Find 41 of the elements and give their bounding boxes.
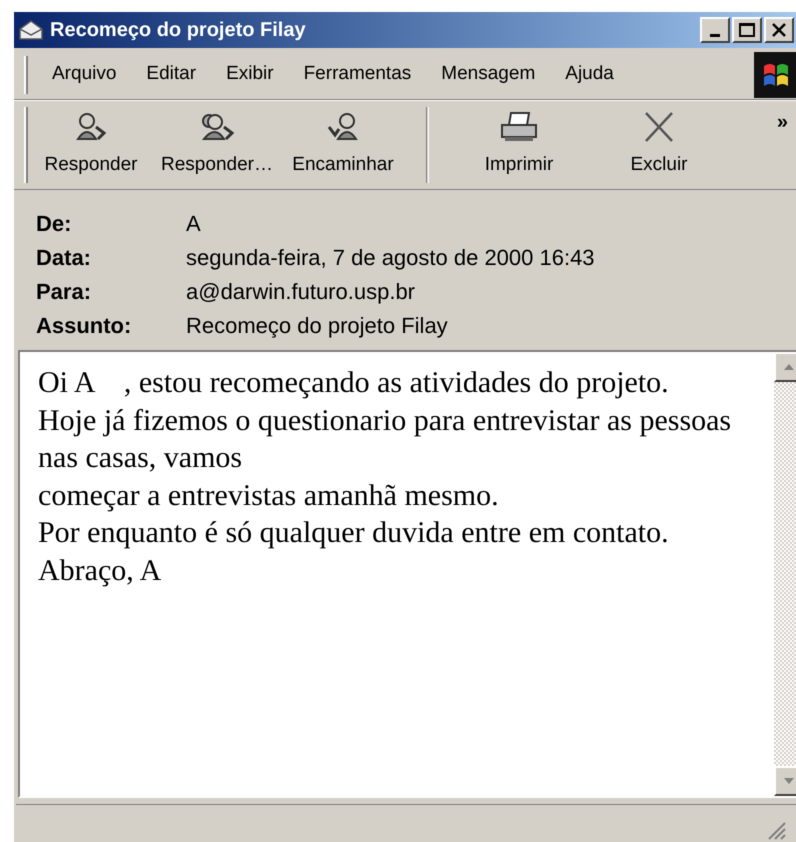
window-title: Recomeço do projeto Filay bbox=[50, 18, 307, 43]
toolbar-button[interactable]: Encaminhar bbox=[280, 105, 406, 185]
toolbar-button[interactable]: Responder bbox=[28, 105, 154, 185]
header-label: De: bbox=[36, 210, 72, 238]
scroll-up-button[interactable] bbox=[774, 352, 796, 382]
scroll-down-button[interactable] bbox=[774, 766, 796, 796]
menu-item[interactable]: Arquivo bbox=[52, 60, 116, 89]
message-text: Abraço, A bbox=[38, 552, 162, 588]
down-triangle-icon bbox=[783, 777, 795, 785]
header-label: Data: bbox=[36, 244, 92, 272]
up-triangle-icon bbox=[783, 363, 795, 371]
header-label: Para: bbox=[36, 278, 92, 306]
header-value: Recomeço do projeto Filay bbox=[186, 312, 448, 340]
maximize-button[interactable] bbox=[732, 17, 762, 43]
person-arrow-icon bbox=[74, 111, 108, 141]
toolbar-button[interactable]: Excluir bbox=[589, 105, 729, 185]
arrow-person-icon bbox=[326, 111, 360, 141]
scrollbar[interactable] bbox=[774, 352, 796, 796]
header-value: a@darwin.futuro.usp.br bbox=[186, 278, 416, 306]
menu-item[interactable]: Ajuda bbox=[565, 60, 614, 89]
close-icon bbox=[772, 23, 786, 37]
menu-item[interactable]: Editar bbox=[146, 60, 196, 89]
menu-item[interactable]: Mensagem bbox=[441, 60, 536, 89]
message-text: Por enquanto é só qualquer duvida entre em contato. bbox=[38, 515, 670, 551]
message-text: começar a entrevistas amanhã mesmo. bbox=[38, 478, 500, 514]
toolbar-button[interactable]: Responder… bbox=[154, 105, 280, 185]
x-cross-icon bbox=[642, 111, 676, 143]
header-value: A bbox=[186, 210, 201, 238]
toolbar-button[interactable]: Imprimir bbox=[449, 105, 589, 185]
windows-logo-icon bbox=[754, 52, 796, 98]
resize-grip-icon[interactable] bbox=[766, 820, 786, 840]
printer-icon bbox=[499, 111, 539, 143]
more-chevron[interactable]: » bbox=[776, 107, 788, 137]
menu-item[interactable]: Ferramentas bbox=[304, 60, 412, 89]
header-value: segunda-feira, 7 de agosto de 2000 16:43 bbox=[186, 244, 595, 272]
menu-item[interactable]: Exibir bbox=[226, 60, 274, 89]
envelope-icon bbox=[18, 19, 44, 41]
close-button[interactable] bbox=[764, 17, 794, 43]
minimize-button[interactable] bbox=[700, 17, 730, 43]
header-label: Assunto: bbox=[36, 312, 132, 340]
message-text: Oi A , estou recomeçando as atividades do projeto. bbox=[38, 365, 670, 401]
